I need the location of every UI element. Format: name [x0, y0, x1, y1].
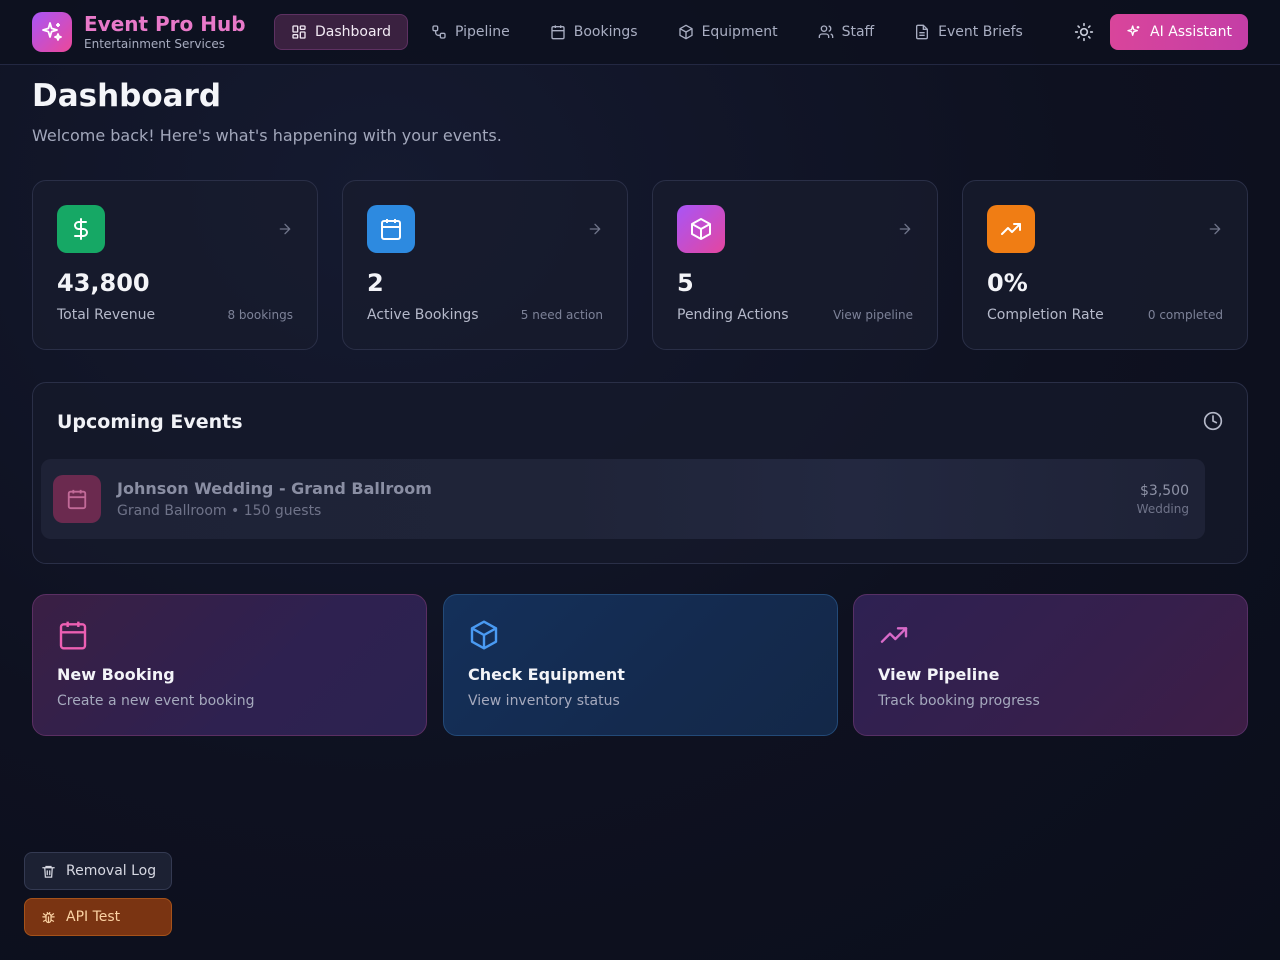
stat-label: Completion Rate — [987, 307, 1104, 323]
action-title: Check Equipment — [468, 665, 625, 684]
stat-label: Pending Actions — [677, 307, 789, 323]
stat-note: 8 bookings — [227, 308, 293, 322]
sparkles-icon — [1127, 25, 1140, 36]
theme-toggle-button[interactable] — [1070, 18, 1098, 46]
action-subtitle: View inventory status — [468, 693, 620, 709]
stat-card-active-bookings[interactable]: 2 Active Bookings 5 need action — [342, 180, 628, 350]
upcoming-events-panel: Upcoming Events Johnson Wedding - Grand … — [32, 382, 1248, 564]
page-title: Dashboard — [32, 78, 222, 114]
arrow-right-icon — [899, 223, 911, 235]
arrow-right-icon — [589, 223, 601, 235]
brand-subtitle: Entertainment Services — [84, 37, 226, 51]
stat-card-completion-rate[interactable]: 0% Completion Rate 0 completed — [962, 180, 1248, 350]
action-subtitle: Track booking progress — [878, 693, 1040, 709]
calendar-icon — [53, 475, 101, 523]
event-list-item[interactable]: Johnson Wedding - Grand Ballroom Grand B… — [41, 459, 1205, 539]
main-nav: Dashboard Pipeline Bookings Equipment St… — [274, 14, 1046, 50]
new-booking-card[interactable]: New Booking Create a new event booking — [32, 594, 427, 736]
nav-bookings[interactable]: Bookings — [533, 14, 655, 50]
arrow-right-icon — [279, 223, 291, 235]
upcoming-events-title: Upcoming Events — [57, 411, 243, 433]
stat-value: 43,800 — [57, 269, 150, 297]
users-icon — [818, 25, 833, 38]
calendar-icon — [59, 621, 87, 650]
event-meta: Grand Ballroom • 150 guests — [117, 503, 322, 519]
nav-pipeline[interactable]: Pipeline — [414, 14, 527, 50]
api-test-button[interactable]: API Test — [24, 898, 172, 936]
sun-icon — [1074, 22, 1094, 42]
event-type: Wedding — [1136, 502, 1189, 516]
nav-event-briefs[interactable]: Event Briefs — [897, 14, 1040, 50]
nav-label: Equipment — [701, 24, 778, 40]
box-icon — [677, 205, 725, 253]
stat-card-pending-actions[interactable]: 5 Pending Actions View pipeline — [652, 180, 938, 350]
trash-icon — [42, 865, 55, 878]
box-icon — [678, 24, 693, 40]
calendar-icon — [551, 25, 565, 40]
action-subtitle: Create a new event booking — [57, 693, 255, 709]
box-icon — [470, 620, 498, 650]
api-test-label: API Test — [66, 909, 121, 925]
nav-label: Event Briefs — [938, 24, 1023, 40]
removal-log-button[interactable]: Removal Log — [24, 852, 172, 890]
ai-assistant-label: AI Assistant — [1150, 24, 1232, 40]
nav-dashboard[interactable]: Dashboard — [274, 14, 408, 50]
stat-note: View pipeline — [833, 308, 913, 322]
calendar-icon — [367, 205, 415, 253]
grid-icon — [292, 25, 306, 39]
stat-label: Total Revenue — [57, 307, 156, 323]
page-subtitle: Welcome back! Here's what's happening wi… — [32, 126, 502, 145]
removal-log-label: Removal Log — [66, 863, 157, 879]
stat-card-total-revenue[interactable]: 43,800 Total Revenue 8 bookings — [32, 180, 318, 350]
brand[interactable]: Event Pro Hub Entertainment Services — [32, 12, 246, 52]
action-title: New Booking — [57, 665, 175, 684]
document-icon — [916, 24, 929, 40]
brand-title: Event Pro Hub — [84, 12, 246, 36]
nav-equipment[interactable]: Equipment — [661, 14, 795, 50]
trending-up-icon — [880, 627, 908, 643]
stat-value: 5 — [677, 269, 694, 297]
nav-label: Bookings — [573, 24, 638, 40]
nav-staff[interactable]: Staff — [801, 14, 892, 50]
stat-value: 2 — [367, 269, 384, 297]
stat-label: Active Bookings — [367, 307, 479, 323]
ai-assistant-button[interactable]: AI Assistant — [1110, 14, 1248, 50]
workflow-icon — [432, 25, 446, 39]
check-equipment-card[interactable]: Check Equipment View inventory status — [443, 594, 838, 736]
stat-note: 0 completed — [1147, 308, 1223, 322]
arrow-right-icon — [1209, 223, 1221, 235]
bug-icon — [42, 911, 55, 923]
dollar-icon — [57, 205, 105, 253]
stat-note: 5 need action — [520, 308, 603, 322]
clock-icon — [1203, 411, 1223, 431]
view-pipeline-card[interactable]: View Pipeline Track booking progress — [853, 594, 1248, 736]
top-navigation-bar: Event Pro Hub Entertainment Services Das… — [0, 0, 1280, 65]
stat-value: 0% — [987, 269, 1028, 297]
event-name: Johnson Wedding - Grand Ballroom — [117, 479, 432, 498]
nav-label: Pipeline — [454, 24, 510, 40]
event-price: $3,500 — [1140, 483, 1189, 499]
trending-up-icon — [987, 205, 1035, 253]
nav-label: Dashboard — [315, 24, 391, 40]
action-title: View Pipeline — [878, 665, 1000, 684]
sparkles-icon — [32, 12, 72, 52]
nav-label: Staff — [841, 24, 875, 40]
